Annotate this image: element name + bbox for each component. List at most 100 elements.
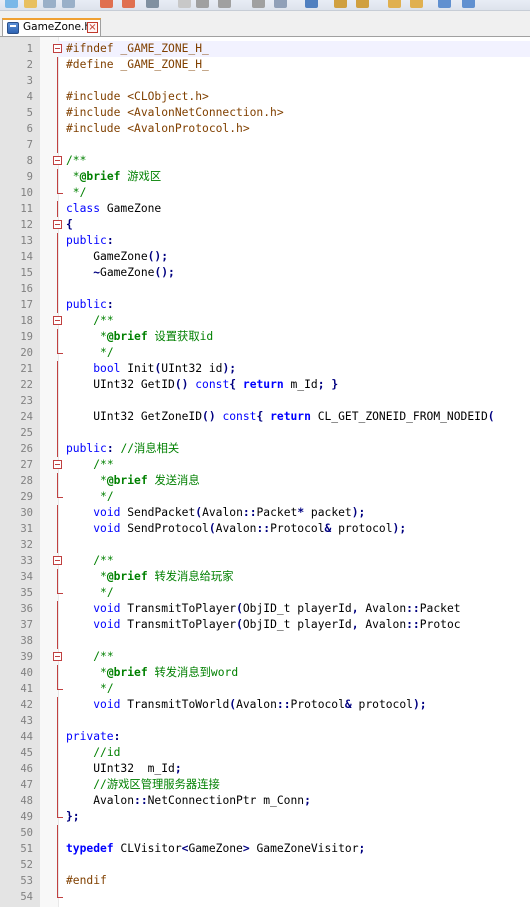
code-line[interactable]: 44 private: xyxy=(20,729,530,745)
code-token: ); xyxy=(392,522,407,535)
code-line[interactable]: 14 GameZone(); xyxy=(20,249,530,265)
code-line[interactable]: 6 #include <AvalonProtocol.h> xyxy=(27,121,530,137)
code-line[interactable]: 45 //id xyxy=(20,745,530,761)
code-line[interactable]: 15 ~GameZone(); xyxy=(20,265,530,281)
code-line[interactable]: 19 *@brief 设置获取id xyxy=(20,329,530,345)
toolbar-button-icon[interactable] xyxy=(196,0,209,8)
code-line[interactable]: 42 void TransmitToWorld(Avalon::Protocol… xyxy=(20,697,530,713)
code-line[interactable]: 2 #define _GAME_ZONE_H_ xyxy=(27,57,530,73)
line-number: 7 xyxy=(26,139,33,151)
toolbar-button-icon[interactable] xyxy=(100,0,113,8)
code-line[interactable]: 23 xyxy=(20,393,530,409)
code-line[interactable]: 10 */ xyxy=(20,185,530,201)
code-line[interactable]: 4 #include <CLObject.h> xyxy=(27,89,530,105)
toolbar-button-icon[interactable] xyxy=(43,0,56,8)
toolbar-button-icon[interactable] xyxy=(438,0,451,8)
code-line[interactable]: 47 //游戏区管理服务器连接 xyxy=(20,777,530,793)
code-text: #define _GAME_ZONE_H_ xyxy=(66,57,209,73)
code-line[interactable]: 12 { xyxy=(20,217,530,233)
code-line[interactable]: 28 *@brief 发送消息 xyxy=(20,473,530,489)
code-token: * xyxy=(93,330,107,343)
code-line[interactable]: 8 /** xyxy=(27,153,530,169)
code-line[interactable]: 1 #ifndef _GAME_ZONE_H_ xyxy=(27,41,530,57)
code-line[interactable]: 39 /** xyxy=(20,649,530,665)
code-line[interactable]: 18 /** xyxy=(20,313,530,329)
fold-toggle-icon[interactable] xyxy=(53,44,62,53)
code-line[interactable]: 13 public: xyxy=(20,233,530,249)
code-line[interactable]: 20 */ xyxy=(20,345,530,361)
code-line[interactable]: 41 */ xyxy=(20,681,530,697)
code-token: m_Id xyxy=(283,378,318,391)
code-line[interactable]: 30 void SendPacket(Avalon::Packet* packe… xyxy=(20,505,530,521)
line-number: 37 xyxy=(20,619,33,631)
code-line[interactable]: 29 */ xyxy=(20,489,530,505)
code-line[interactable]: 43 xyxy=(20,713,530,729)
toolbar-button-icon[interactable] xyxy=(410,0,423,8)
tab-gamezone-h[interactable]: GameZone.h × xyxy=(2,18,101,36)
code-line[interactable]: 22 UInt32 GetID() const{ return m_Id; } xyxy=(20,377,530,393)
toolbar-button-icon[interactable] xyxy=(24,0,37,8)
toolbar-button-icon[interactable] xyxy=(305,0,318,8)
code-line[interactable]: 31 void SendProtocol(Avalon::Protocol& p… xyxy=(20,521,530,537)
code-token: 游戏区 xyxy=(120,170,162,183)
fold-toggle-icon[interactable] xyxy=(53,316,62,325)
code-token: ; xyxy=(174,762,182,775)
code-line[interactable]: 16 xyxy=(20,281,530,297)
code-line[interactable]: 7 xyxy=(27,137,530,153)
code-line[interactable]: 9 *@brief 游戏区 xyxy=(27,169,530,185)
code-line[interactable]: 26 public: //消息相关 xyxy=(20,441,530,457)
code-token: ; xyxy=(317,378,325,391)
toolbar-button-icon[interactable] xyxy=(146,0,159,8)
code-line[interactable]: 11 class GameZone xyxy=(20,201,530,217)
code-line[interactable]: 52 xyxy=(20,857,530,873)
code-line[interactable]: 48 Avalon::NetConnectionPtr m_Conn; xyxy=(20,793,530,809)
code-line[interactable]: 54 xyxy=(20,889,530,905)
code-line[interactable]: 36 void TransmitToPlayer(ObjID_t playerI… xyxy=(20,601,530,617)
code-line[interactable]: 33 /** xyxy=(20,553,530,569)
toolbar-button-icon[interactable] xyxy=(388,0,401,8)
code-line[interactable]: 38 xyxy=(20,633,530,649)
fold-toggle-icon[interactable] xyxy=(53,460,62,469)
toolbar-button-icon[interactable] xyxy=(356,0,369,8)
toolbar-button-icon[interactable] xyxy=(122,0,135,8)
fold-toggle-icon[interactable] xyxy=(53,156,62,165)
code-line[interactable]: 32 xyxy=(20,537,530,553)
line-number: 19 xyxy=(20,331,33,343)
fold-toggle-icon[interactable] xyxy=(53,652,62,661)
code-token: UInt32 id xyxy=(161,362,223,375)
toolbar-button-icon[interactable] xyxy=(5,0,18,8)
toolbar-button-icon[interactable] xyxy=(274,0,287,8)
code-line[interactable]: 49}; xyxy=(20,809,530,825)
code-line[interactable]: 24 UInt32 GetZoneID() const{ return CL_G… xyxy=(20,409,530,425)
code-line[interactable]: 51 typedef CLVisitor<GameZone> GameZoneVi… xyxy=(20,841,530,857)
fold-toggle-icon[interactable] xyxy=(53,220,62,229)
code-token: :: xyxy=(256,522,271,535)
code-line[interactable]: 17 public: xyxy=(20,297,530,313)
toolbar-button-icon[interactable] xyxy=(218,0,231,8)
code-line[interactable]: 25 xyxy=(20,425,530,441)
line-number: 4 xyxy=(26,91,33,103)
code-line[interactable]: 50 xyxy=(20,825,530,841)
toolbar-button-icon[interactable] xyxy=(178,0,191,8)
fold-toggle-icon[interactable] xyxy=(53,556,62,565)
toolbar-button-icon[interactable] xyxy=(334,0,347,8)
code-line[interactable]: 40 *@brief 转发消息到word xyxy=(20,665,530,681)
code-token: //游戏区管理服务器连接 xyxy=(93,778,220,791)
code-line[interactable]: 5 #include <AvalonNetConnection.h> xyxy=(27,105,530,121)
code-line[interactable]: 21 bool Init(UInt32 id); xyxy=(20,361,530,377)
code-line[interactable]: 3 xyxy=(27,73,530,89)
close-icon[interactable]: × xyxy=(87,22,98,33)
toolbar-button-icon[interactable] xyxy=(252,0,265,8)
code-line[interactable]: 35 */ xyxy=(20,585,530,601)
code-line[interactable]: 53 #endif xyxy=(20,873,530,889)
code-line[interactable]: 34 *@brief 转发消息给玩家 xyxy=(20,569,530,585)
code-token: 设置获取id xyxy=(147,330,214,343)
toolbar-button-icon[interactable] xyxy=(462,0,475,8)
code-line[interactable]: 46 UInt32 m_Id; xyxy=(20,761,530,777)
code-editor[interactable]: 1 #ifndef _GAME_ZONE_H_ 2 #define _GAME_ZON… xyxy=(0,37,530,907)
code-token: public xyxy=(66,442,107,455)
code-line[interactable]: 37 void TransmitToPlayer(ObjID_t playerI… xyxy=(20,617,530,633)
toolbar-button-icon[interactable] xyxy=(62,0,75,8)
code-line[interactable]: 27 /** xyxy=(20,457,530,473)
